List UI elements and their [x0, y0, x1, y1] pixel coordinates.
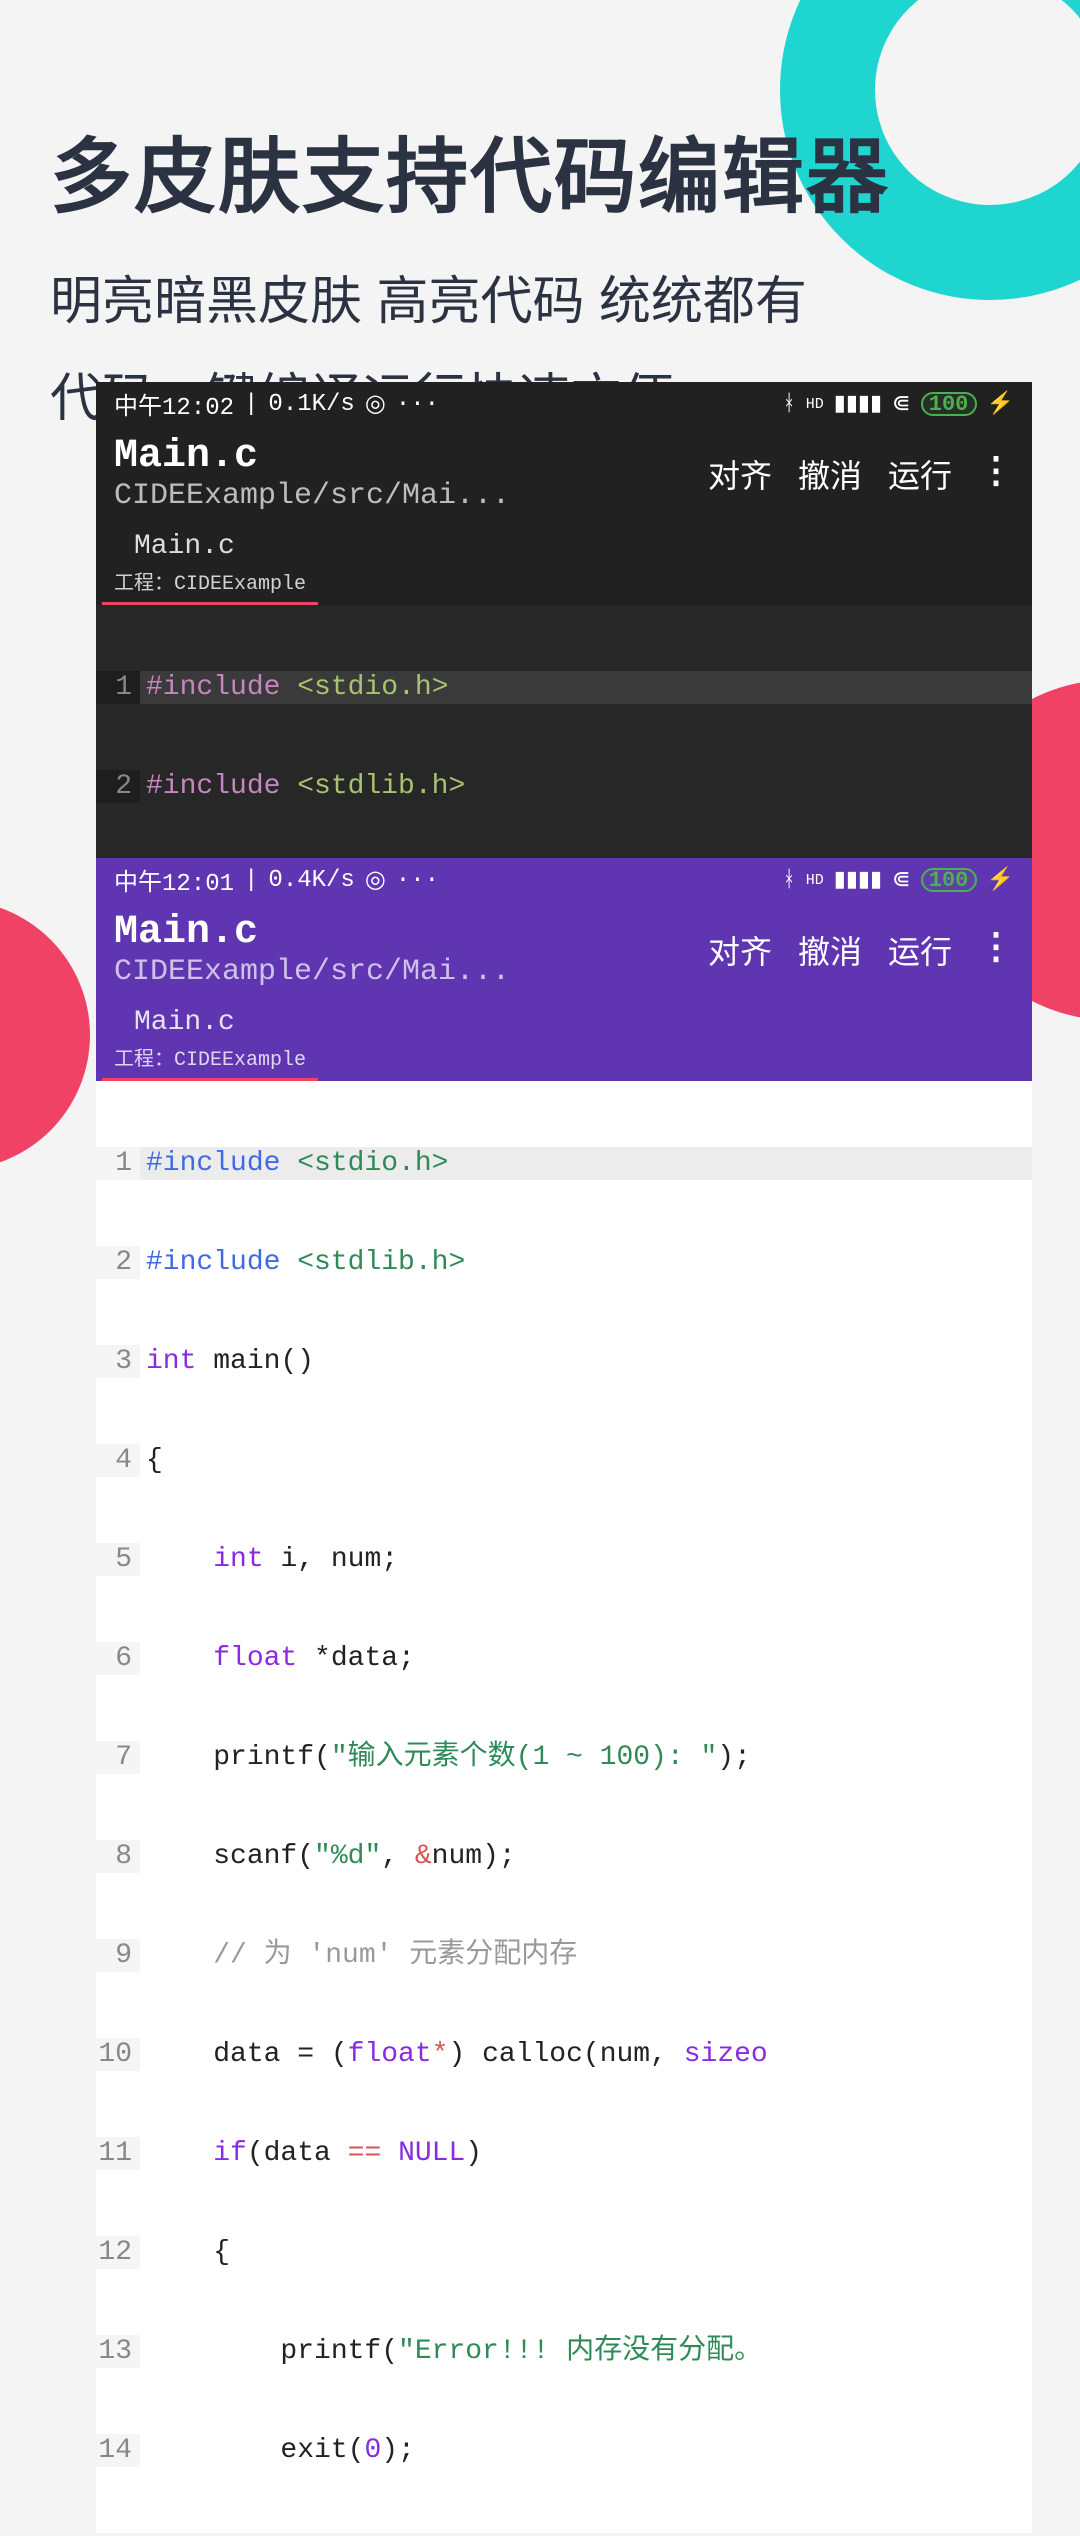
- tab-bar: Main.c: [96, 999, 1032, 1040]
- menu-icon[interactable]: ⋮: [978, 467, 1014, 480]
- file-path: CIDEExample/src/Mai...: [114, 479, 708, 513]
- menu-icon[interactable]: ⋮: [978, 943, 1014, 956]
- wifi-icon: ⋐: [892, 391, 910, 417]
- status-divider: |: [244, 867, 258, 894]
- page-title: 多皮肤支持代码编辑器: [50, 110, 1030, 229]
- editor-light-theme: 中午12:01 | 0.4K/s ◎ ··· ᚼ HD ▮▮▮▮ ⋐ 100 ⚡…: [96, 858, 1032, 2533]
- more-icon: ···: [396, 867, 439, 894]
- battery-icon: 100: [921, 392, 977, 416]
- tab-bar: Main.c: [96, 523, 1032, 564]
- more-icon: ···: [396, 391, 439, 418]
- bluetooth-icon: ᚼ: [783, 392, 796, 417]
- status-time: 中午12:01: [114, 862, 234, 898]
- code-editor-light[interactable]: 1#include <stdio.h> 2#include <stdlib.h>…: [96, 1081, 1032, 2533]
- hd-icon: HD: [806, 396, 824, 413]
- status-divider: |: [244, 391, 258, 418]
- battery-icon: 100: [921, 868, 977, 892]
- undo-button[interactable]: 撤消: [798, 927, 862, 973]
- app-toolbar: Main.c CIDEExample/src/Mai... 对齐 撤消 运行 ⋮: [96, 426, 1032, 523]
- project-label: 工程：CIDEExample: [96, 564, 1032, 605]
- tab-main-c[interactable]: Main.c: [114, 527, 255, 564]
- decor-circle-bot: [0, 900, 90, 1170]
- file-path: CIDEExample/src/Mai...: [114, 955, 708, 989]
- charging-icon: ⚡: [987, 391, 1014, 417]
- wifi-icon: ⋐: [892, 867, 910, 893]
- page-subtitle-1: 明亮暗黑皮肤 高亮代码 统统都有: [50, 259, 1030, 334]
- status-netspeed: 0.1K/s: [268, 391, 354, 418]
- file-title: Main.c: [114, 434, 708, 479]
- run-button[interactable]: 运行: [888, 451, 952, 497]
- signal-icon: ▮▮▮▮: [834, 391, 882, 417]
- align-button[interactable]: 对齐: [708, 927, 772, 973]
- tab-main-c[interactable]: Main.c: [114, 1003, 255, 1040]
- signal-icon: ▮▮▮▮: [834, 867, 882, 893]
- bluetooth-icon: ᚼ: [783, 868, 796, 893]
- project-label: 工程：CIDEExample: [96, 1040, 1032, 1081]
- status-time: 中午12:02: [114, 386, 234, 422]
- status-bar: 中午12:01 | 0.4K/s ◎ ··· ᚼ HD ▮▮▮▮ ⋐ 100 ⚡: [96, 858, 1032, 902]
- app-toolbar: Main.c CIDEExample/src/Mai... 对齐 撤消 运行 ⋮: [96, 902, 1032, 999]
- nfc-icon: ◎: [365, 389, 386, 419]
- run-button[interactable]: 运行: [888, 927, 952, 973]
- hd-icon: HD: [806, 872, 824, 889]
- charging-icon: ⚡: [987, 867, 1014, 893]
- nfc-icon: ◎: [365, 865, 386, 895]
- align-button[interactable]: 对齐: [708, 451, 772, 497]
- status-bar: 中午12:02 | 0.1K/s ◎ ··· ᚼ HD ▮▮▮▮ ⋐ 100 ⚡: [96, 382, 1032, 426]
- undo-button[interactable]: 撤消: [798, 451, 862, 497]
- file-title: Main.c: [114, 910, 708, 955]
- status-netspeed: 0.4K/s: [268, 867, 354, 894]
